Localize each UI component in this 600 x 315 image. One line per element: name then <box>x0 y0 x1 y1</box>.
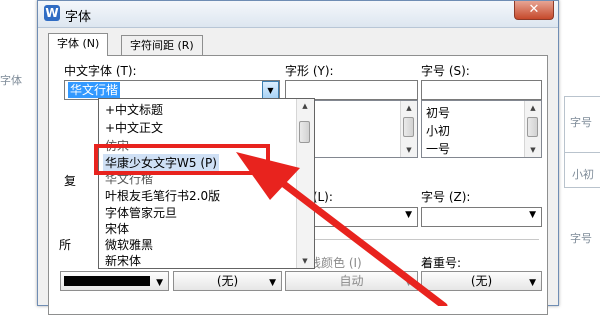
chinese-font-dropdown-list[interactable]: +中文标题 +中文正文 仿宋 华康少女文字W5 (P) 华文行楷 叶根友毛笔行书… <box>98 98 315 269</box>
font-option[interactable]: 微软雅黑 <box>105 236 153 253</box>
chevron-down-icon: ▼ <box>529 210 536 220</box>
font-color-picker[interactable]: ▼ <box>60 271 169 291</box>
tab-label: 字符间距 (R) <box>130 39 194 52</box>
font-list-scrollbar[interactable]: ▲ ▼ <box>296 99 314 268</box>
font-option[interactable]: 宋体 <box>105 220 129 237</box>
font-style-scrollbar[interactable]: ▲ ▼ <box>400 101 417 157</box>
chevron-down-icon: ▼ <box>405 278 412 288</box>
chevron-down-icon: ▼ <box>269 278 276 288</box>
close-icon: ✕ <box>528 2 540 17</box>
chevron-down-icon: ▼ <box>405 210 412 220</box>
western-size-label: 字号 (Z): <box>421 190 471 204</box>
chinese-font-combobox[interactable]: 华文行楷 ▼ <box>64 80 280 100</box>
emphasis-combobox[interactable]: (无) ▼ <box>421 271 542 291</box>
font-option[interactable]: 字体管家元旦 <box>105 204 177 221</box>
background-text: 字体 <box>0 74 22 87</box>
font-option[interactable]: 叶根友毛笔行书2.0版 <box>105 187 220 204</box>
font-color-swatch <box>64 276 150 286</box>
list-item[interactable]: 初号 <box>426 104 450 121</box>
chinese-font-label: 中文字体 (T): <box>64 64 137 78</box>
font-size-scrollbar[interactable]: ▲ ▼ <box>524 101 541 157</box>
list-item[interactable]: 一号 <box>426 140 450 157</box>
chevron-down-icon: ▼ <box>267 86 274 95</box>
western-font-label-fragment: 复 <box>64 174 77 188</box>
underline-color-combobox[interactable]: 自动 ▼ <box>285 271 418 291</box>
scroll-thumb[interactable] <box>403 117 414 137</box>
tab-label: 字体 (N) <box>57 37 100 50</box>
font-option[interactable]: +中文正文 <box>105 119 163 136</box>
font-option[interactable]: 新宋体 <box>105 252 141 269</box>
scroll-thumb[interactable] <box>527 117 538 137</box>
emphasis-label: 着重号: <box>421 256 462 270</box>
chevron-down-icon: ▼ <box>156 278 163 288</box>
western-size-combobox[interactable]: ▼ <box>421 207 542 227</box>
scroll-down-icon[interactable]: ▼ <box>297 254 313 268</box>
close-button[interactable]: ✕ <box>514 1 554 20</box>
background-text: 字号 <box>570 116 592 129</box>
emphasis-value: (无) <box>470 274 493 288</box>
font-style-input[interactable] <box>285 80 418 100</box>
chinese-font-value: 华文行楷 <box>68 82 121 98</box>
underline-color-value: 自动 <box>339 274 364 288</box>
font-size-label: 字号 (S): <box>421 64 470 78</box>
tab-character-spacing[interactable]: 字符间距 (R) <box>121 35 203 56</box>
scroll-up-icon[interactable]: ▲ <box>297 99 313 113</box>
section-divider <box>285 239 539 240</box>
font-size-list[interactable]: 初号 小初 一号 ▲ ▼ <box>421 100 542 158</box>
scroll-up-icon[interactable]: ▲ <box>401 101 417 115</box>
scroll-down-icon[interactable]: ▼ <box>401 143 417 157</box>
chinese-font-dropdown-button[interactable]: ▼ <box>262 81 279 99</box>
list-item[interactable]: 小初 <box>426 122 450 139</box>
font-option[interactable]: +中文标题 <box>105 101 163 118</box>
font-dialog: W 字体 ✕ 字体 (N) 字符间距 (R) 中文字体 (T): 华文行楷 ▼ … <box>37 0 559 315</box>
underline-type-value: (无) <box>216 274 239 288</box>
font-style-label: 字形 (Y): <box>285 64 334 78</box>
scroll-up-icon[interactable]: ▲ <box>525 101 541 115</box>
all-text-label-fragment: 所 <box>59 238 72 252</box>
app-icon: W <box>44 5 60 21</box>
background-text: 小初 <box>572 168 594 181</box>
underline-type-combobox[interactable]: (无) ▼ <box>173 271 282 291</box>
chevron-down-icon: ▼ <box>529 278 536 288</box>
title-bar[interactable]: W 字体 ✕ <box>38 1 558 28</box>
scroll-thumb[interactable] <box>299 121 310 143</box>
dialog-title: 字体 <box>65 10 92 25</box>
scroll-down-icon[interactable]: ▼ <box>525 143 541 157</box>
font-size-input[interactable] <box>421 80 542 100</box>
tab-font[interactable]: 字体 (N) <box>48 33 109 56</box>
annotation-highlight-box <box>94 144 270 175</box>
background-text: 字号 <box>570 232 592 245</box>
